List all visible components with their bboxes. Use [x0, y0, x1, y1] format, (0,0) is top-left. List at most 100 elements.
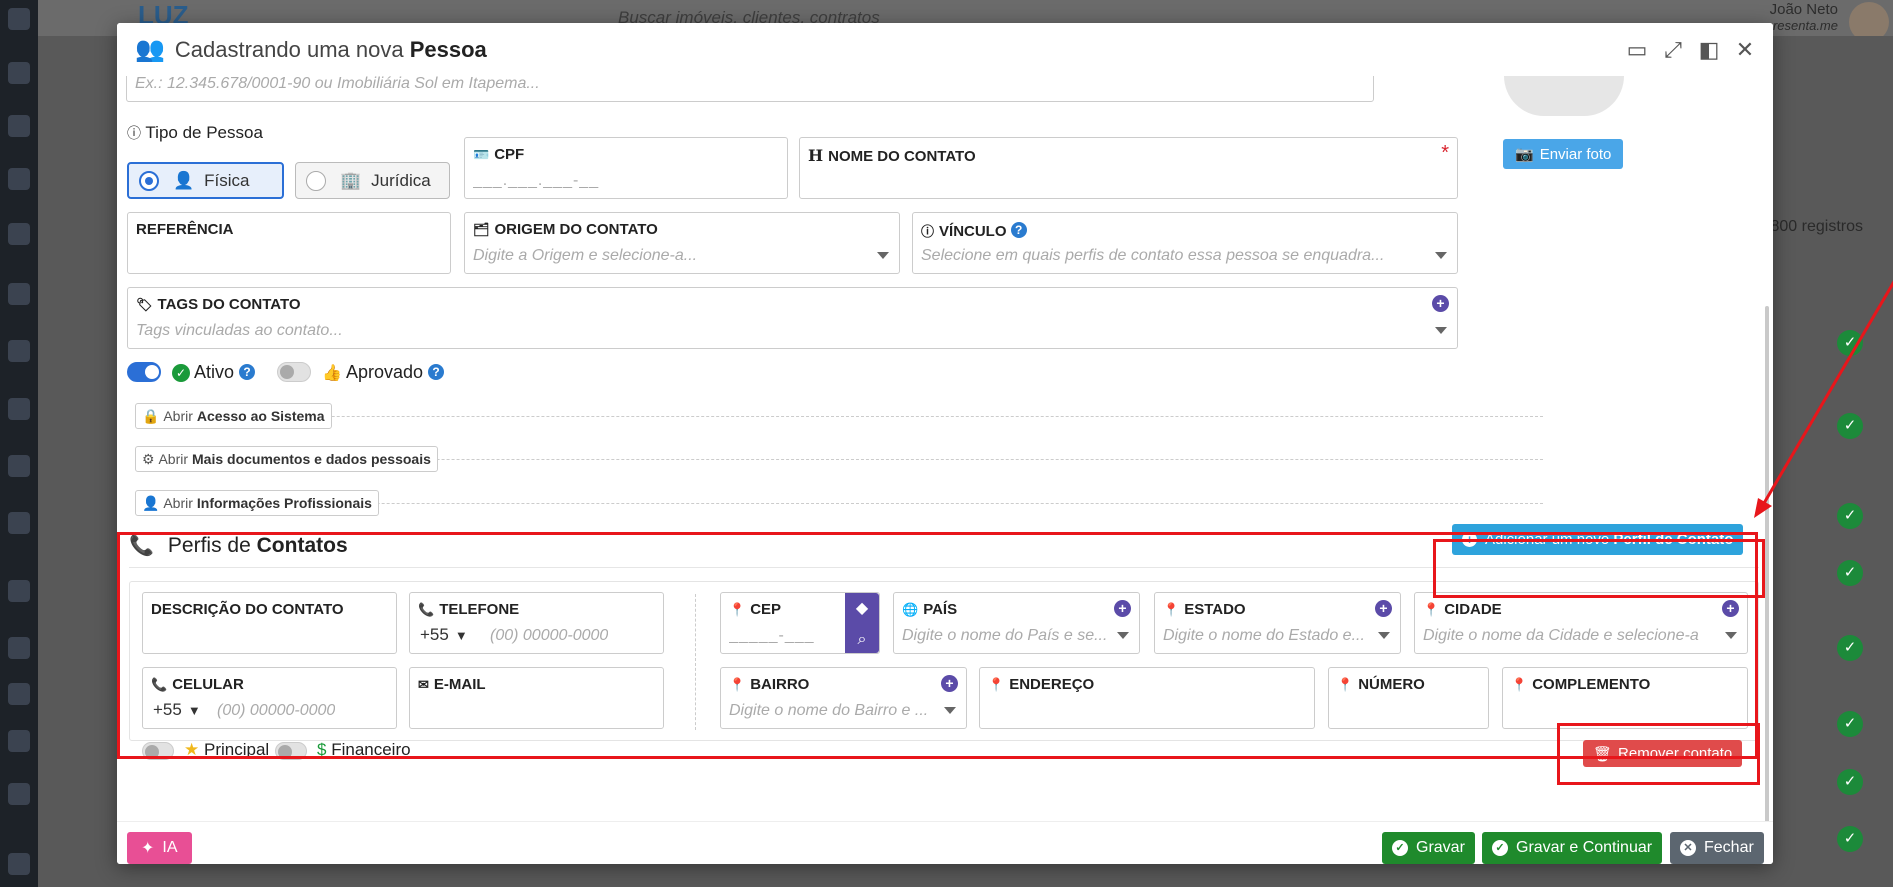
help-icon[interactable]: ?	[239, 364, 256, 380]
save-continue-button[interactable]: ✓ Gravar e Continuar	[1482, 832, 1663, 864]
maps-icon[interactable]: ◆	[845, 593, 879, 624]
chevron-down-icon[interactable]	[877, 252, 889, 259]
people-icon[interactable]	[8, 580, 30, 602]
cep-field[interactable]: 📍 CEP _____-___ ◆ ⌕	[720, 592, 880, 654]
whatsapp-icon[interactable]	[8, 223, 30, 245]
search-icon[interactable]: ⌕	[845, 624, 879, 655]
status-check-icon: ✓	[1837, 635, 1863, 661]
map-pin-icon: 📍	[1337, 677, 1354, 692]
cpf-field[interactable]: 🪪 CPF ___.___.___-__	[464, 137, 788, 199]
remove-contact-button[interactable]: 🗑 Remover contato	[1583, 740, 1743, 767]
add-contact-profile-button[interactable]: + Adicionar um novo Perfil de Contato	[1452, 524, 1744, 555]
state-select[interactable]: 📍 ESTADO + Digite o nome do Estado e...	[1154, 592, 1401, 654]
phone-label: 📞 TELEFONE	[418, 601, 520, 618]
save-label: Gravar	[1416, 839, 1465, 856]
user-info[interactable]: João Neto presenta.me	[1766, 2, 1838, 34]
person-icon[interactable]	[8, 398, 30, 420]
phone-icon: 📞	[151, 677, 168, 692]
settings-icon[interactable]	[8, 637, 30, 659]
tag-icon[interactable]	[8, 730, 30, 752]
search-document-field[interactable]: Ex.: 12.345.678/0001-90 ou Imobiliária S…	[126, 76, 1374, 102]
add-neighborhood-icon[interactable]: +	[941, 675, 958, 692]
person-type-juridica[interactable]: 🏢 Jurídica	[295, 162, 450, 199]
number-field[interactable]: 📍 NÚMERO	[1328, 667, 1489, 729]
people-icon[interactable]	[8, 512, 30, 534]
approved-toggle[interactable]	[277, 362, 311, 382]
person-type-fisica[interactable]: 👤 Física	[127, 162, 284, 199]
contact-name-field[interactable]: H NOME DO CONTATO *	[799, 137, 1458, 199]
phone-field[interactable]: 📞 TELEFONE +55 ▼ (00) 00000-0000	[409, 592, 664, 654]
send-photo-button[interactable]: 📷 Enviar foto	[1503, 139, 1624, 169]
country-placeholder: Digite o nome do País e se...	[902, 627, 1108, 644]
open-professional-info-button[interactable]: 👤 Abrir Informações Profissionais	[135, 490, 379, 516]
mobile-field[interactable]: 📞 CELULAR +55 ▼ (00) 00000-0000	[142, 667, 397, 729]
contact-description-field[interactable]: DESCRIÇÃO DO CONTATO	[142, 592, 397, 654]
user-tie-icon: 👤	[142, 494, 160, 511]
chart-icon[interactable]	[8, 683, 30, 705]
window-restore-icon[interactable]: ▭	[1625, 37, 1649, 63]
active-label: ✓ Ativo ?	[172, 362, 256, 383]
money-icon[interactable]	[8, 853, 30, 875]
chevron-down-icon[interactable]	[1435, 252, 1447, 259]
save-button[interactable]: ✓ Gravar	[1382, 832, 1475, 864]
financeiro-toggle[interactable]	[275, 742, 307, 760]
dashboard-icon[interactable]	[8, 168, 30, 190]
map-pin-icon: 📍	[729, 677, 746, 692]
expand-icon[interactable]: ⤢	[1661, 37, 1685, 63]
side-panel-icon[interactable]: ◧	[1697, 37, 1721, 63]
country-select[interactable]: 🌐 PAÍS + Digite o nome do País e se...	[893, 592, 1140, 654]
close-button[interactable]: ✕ Fechar	[1670, 832, 1764, 864]
add-country-icon[interactable]: +	[1114, 600, 1131, 617]
city-select[interactable]: 📍 CIDADE + Digite o nome da Cidade e sele…	[1414, 592, 1748, 654]
cep-mask: _____-___	[729, 627, 815, 644]
person-type-label-text: Tipo de Pessoa	[145, 123, 263, 142]
address-field[interactable]: 📍 ENDEREÇO	[979, 667, 1315, 729]
mobile-country-code[interactable]: +55 ▼	[153, 700, 201, 720]
add-city-icon[interactable]: +	[1722, 600, 1739, 617]
chevron-down-icon[interactable]	[1435, 327, 1447, 334]
reference-field[interactable]: REFERÊNCIA	[127, 212, 451, 274]
help-icon[interactable]: ?	[1010, 222, 1027, 238]
house-icon[interactable]	[8, 455, 30, 477]
search-icon[interactable]	[8, 62, 30, 84]
close-icon[interactable]: ✕	[1733, 37, 1757, 63]
link-select[interactable]: ⓘ VÍNCULO ? Selecione em quais perfis de …	[912, 212, 1458, 274]
robot-icon[interactable]	[8, 283, 30, 305]
email-field[interactable]: ✉ E-MAIL	[409, 667, 664, 729]
open-more-documents-button[interactable]: ⚙ Abrir Mais documentos e dados pessoais	[135, 446, 438, 472]
principal-toggle[interactable]	[142, 742, 174, 760]
add-tag-icon[interactable]: +	[1432, 295, 1449, 312]
expander-divider	[137, 416, 1543, 417]
active-toggle[interactable]	[127, 362, 161, 382]
neighborhood-select[interactable]: 📍 BAIRRO + Digite o nome do Bairro e ...	[720, 667, 967, 729]
status-check-icon: ✓	[1837, 330, 1863, 356]
email-label: ✉ E-MAIL	[418, 676, 486, 693]
country-label: 🌐 PAÍS	[902, 601, 958, 618]
status-check-icon: ✓	[1837, 711, 1863, 737]
search-icon[interactable]	[8, 115, 30, 137]
phone-country-code[interactable]: +55 ▼	[420, 625, 468, 645]
phone-icon[interactable]	[8, 340, 30, 362]
complement-field[interactable]: 📍 COMPLEMENTO	[1502, 667, 1748, 729]
home-icon[interactable]	[8, 8, 30, 30]
cep-label: 📍 CEP	[729, 601, 782, 618]
contact-origin-select[interactable]: 🗂 ORIGEM DO CONTATO Digite a Origem e sel…	[464, 212, 900, 274]
contact-tags-select[interactable]: 🏷 TAGS DO CONTATO + Tags vinculadas ao co…	[127, 287, 1458, 349]
dollar-icon: $	[317, 740, 327, 759]
add-state-icon[interactable]: +	[1375, 600, 1392, 617]
search-document-placeholder: Ex.: 12.345.678/0001-90 ou Imobiliária S…	[135, 76, 540, 92]
chevron-down-icon[interactable]	[1725, 632, 1737, 639]
save-continue-label: Gravar e Continuar	[1516, 839, 1653, 856]
state-placeholder: Digite o nome do Estado e...	[1163, 627, 1365, 644]
modal-scrollbar[interactable]	[1765, 306, 1769, 821]
folder-icon[interactable]	[8, 783, 30, 805]
chevron-down-icon[interactable]	[1378, 632, 1390, 639]
help-icon[interactable]: ?	[428, 364, 445, 380]
modal-title: Cadastrando uma nova Pessoa	[175, 37, 487, 63]
open-system-access-button[interactable]: 🔒 Abrir Acesso ao Sistema	[135, 403, 332, 429]
chevron-down-icon[interactable]	[944, 707, 956, 714]
chevron-down-icon[interactable]	[1117, 632, 1129, 639]
modal-window-controls: ▭ ⤢ ◧ ✕	[1625, 37, 1757, 63]
ai-button[interactable]: ✦ IA	[127, 832, 192, 864]
envelope-icon: ✉	[418, 677, 429, 692]
